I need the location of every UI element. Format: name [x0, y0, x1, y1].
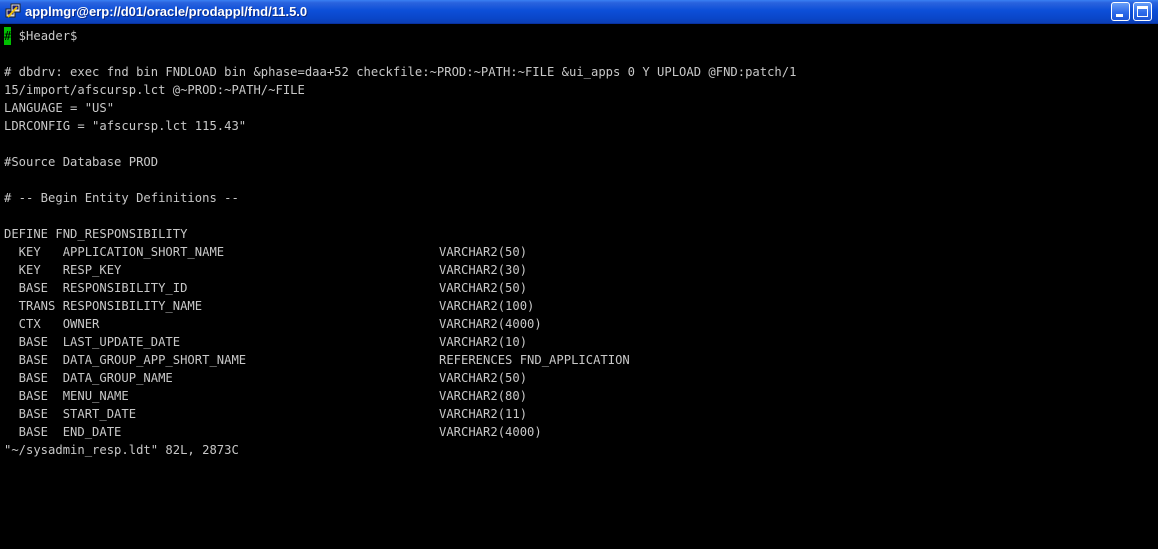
terminal-screen[interactable]: # $Header$ # dbdrv: exec fnd bin FNDLOAD…: [0, 24, 1158, 549]
definition-type: VARCHAR2(50): [439, 371, 528, 385]
terminal-line: # -- Begin Entity Definitions --: [4, 191, 239, 205]
definition-field: TRANS RESPONSIBILITY_NAME: [4, 299, 203, 313]
definition-field: BASE RESPONSIBILITY_ID: [4, 281, 188, 295]
definition-field: BASE END_DATE: [4, 425, 122, 439]
definition-type: REFERENCES FND_APPLICATION: [439, 353, 630, 367]
definition-row: BASE START_DATE VARCHAR2(11): [4, 405, 527, 423]
terminal-line: # $Header$: [4, 27, 77, 45]
terminal-line: LANGUAGE = "US": [4, 101, 115, 115]
definition-field: BASE MENU_NAME: [4, 389, 129, 403]
definition-type: VARCHAR2(50): [439, 245, 528, 259]
definition-row: BASE DATA_GROUP_NAME VARCHAR2(50): [4, 369, 527, 387]
vim-status-line: "~/sysadmin_resp.ldt" 82L, 2873C: [4, 443, 239, 457]
definition-type: VARCHAR2(4000): [439, 317, 542, 331]
definition-field: CTX OWNER: [4, 317, 100, 331]
terminal-line: 15/import/afscursp.lct @~PROD:~PATH/~FIL…: [4, 83, 305, 97]
definition-field: KEY APPLICATION_SHORT_NAME: [4, 245, 225, 259]
definition-field: BASE DATA_GROUP_NAME: [4, 371, 173, 385]
minimize-button[interactable]: [1111, 2, 1130, 21]
definition-row: BASE DATA_GROUP_APP_SHORT_NAME REFERENCES…: [4, 351, 630, 369]
definition-field: BASE START_DATE: [4, 407, 137, 421]
definition-row: CTX OWNER VARCHAR2(4000): [4, 315, 542, 333]
definition-type: VARCHAR2(11): [439, 407, 528, 421]
definition-row: BASE RESPONSIBILITY_ID VARCHAR2(50): [4, 279, 527, 297]
putty-icon[interactable]: [5, 3, 21, 19]
definition-type: VARCHAR2(4000): [439, 425, 542, 439]
definition-type: VARCHAR2(10): [439, 335, 528, 349]
definition-row: KEY RESP_KEY VARCHAR2(30): [4, 261, 527, 279]
window-title: applmgr@erp://d01/oracle/prodappl/fnd/11…: [25, 4, 308, 19]
terminal-line: # dbdrv: exec fnd bin FNDLOAD bin &phase…: [4, 65, 797, 79]
definition-field: BASE DATA_GROUP_APP_SHORT_NAME: [4, 353, 247, 367]
definition-row: BASE MENU_NAME VARCHAR2(80): [4, 387, 527, 405]
definition-row: KEY APPLICATION_SHORT_NAME VARCHAR2(50): [4, 243, 527, 261]
window-titlebar[interactable]: applmgr@erp://d01/oracle/prodappl/fnd/11…: [0, 0, 1158, 24]
definition-row: TRANS RESPONSIBILITY_NAME VARCHAR2(100): [4, 297, 535, 315]
definition-type: VARCHAR2(80): [439, 389, 528, 403]
header-text: $Header$: [11, 29, 78, 43]
definition-field: BASE LAST_UPDATE_DATE: [4, 335, 181, 349]
maximize-button[interactable]: [1133, 2, 1152, 21]
definition-row: BASE LAST_UPDATE_DATE VARCHAR2(10): [4, 333, 527, 351]
definition-type: VARCHAR2(100): [439, 299, 535, 313]
definition-field: KEY RESP_KEY: [4, 263, 122, 277]
definition-type: VARCHAR2(30): [439, 263, 528, 277]
definition-type: VARCHAR2(50): [439, 281, 528, 295]
terminal-line: DEFINE FND_RESPONSIBILITY: [4, 227, 188, 241]
terminal-line: LDRCONFIG = "afscursp.lct 115.43": [4, 119, 247, 133]
terminal-line: #Source Database PROD: [4, 155, 159, 169]
definition-row: BASE END_DATE VARCHAR2(4000): [4, 423, 542, 441]
